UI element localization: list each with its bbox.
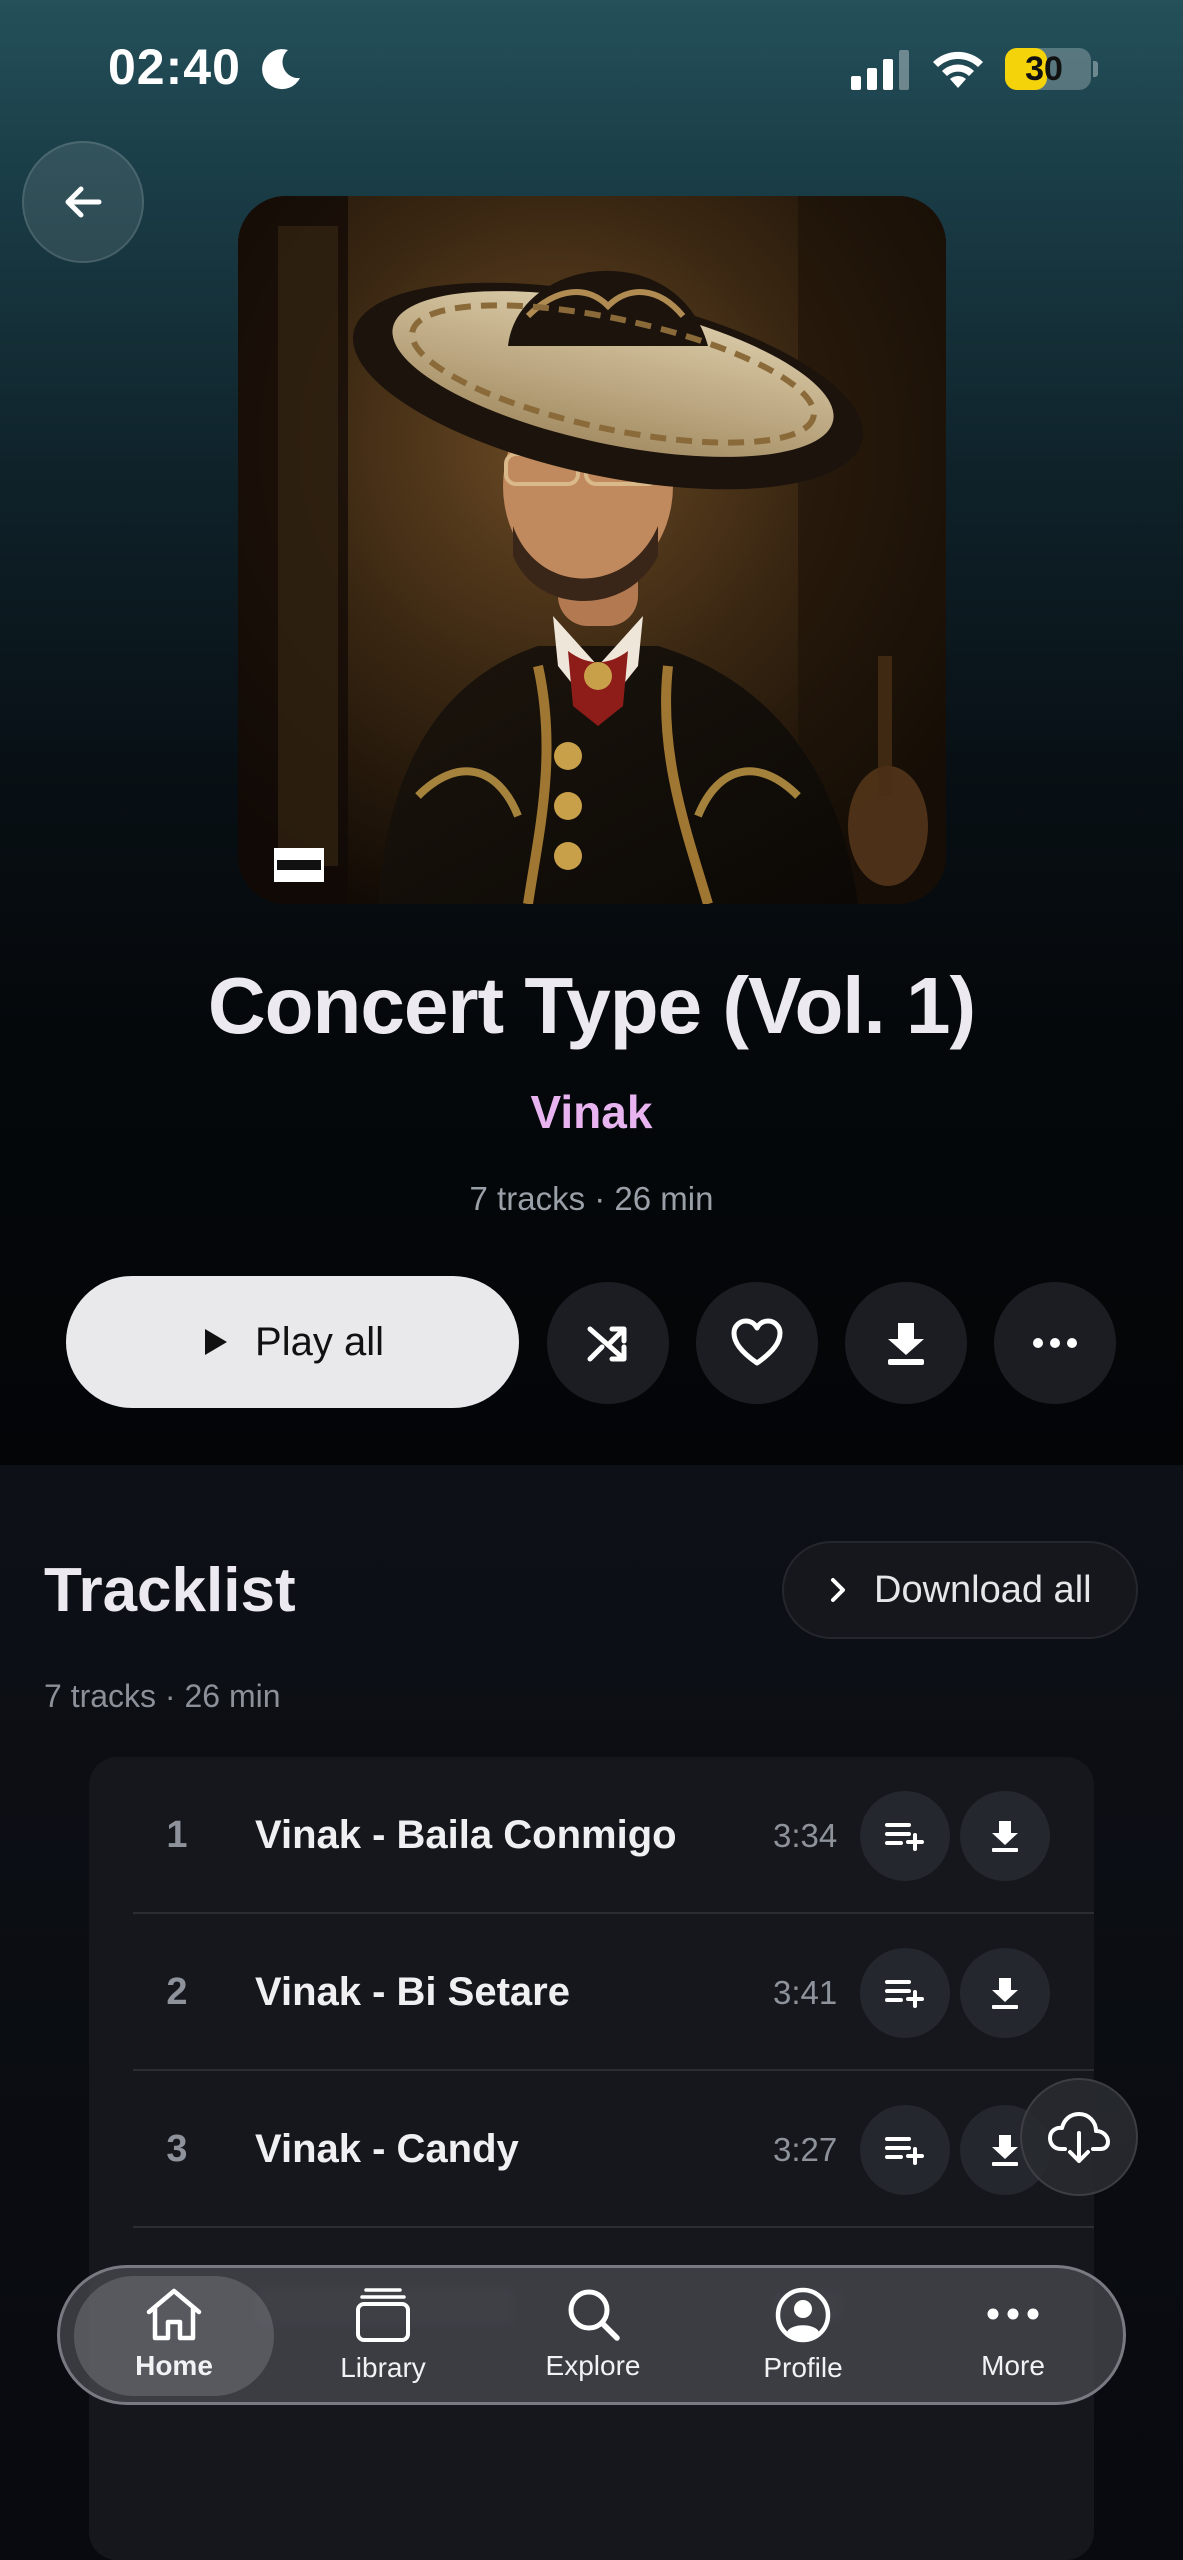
nav-profile[interactable]: Profile (703, 2268, 903, 2402)
download-button[interactable] (845, 1282, 967, 1404)
download-icon (992, 1821, 1018, 1852)
download-all-label: Download all (874, 1568, 1092, 1611)
tracklist-meta: 7 tracks · 26 min (44, 1678, 281, 1714)
home-icon (146, 2288, 202, 2341)
album-title: Concert Type (Vol. 1) (207, 961, 976, 1050)
track-list: 1 Vinak - Baila Conmigo 3:34 2 Vinak - B… (89, 1757, 1094, 2560)
more-options-button[interactable] (994, 1282, 1116, 1404)
add-to-queue-button[interactable] (860, 2105, 950, 2195)
wifi-icon (933, 51, 983, 88)
library-icon (356, 2288, 410, 2342)
track-row[interactable]: 2 Vinak - Bi Setare 3:41 (133, 1914, 1094, 2071)
playlist-add-icon (885, 1980, 924, 2008)
track-number: 3 (166, 2128, 188, 2170)
search-icon (568, 2289, 620, 2341)
battery-indicator: 30 (1005, 48, 1091, 90)
track-duration: 3:27 (773, 2131, 838, 2168)
download-icon (992, 2135, 1018, 2166)
back-button[interactable] (22, 141, 144, 263)
like-button[interactable] (696, 1282, 818, 1404)
profile-icon (775, 2287, 831, 2343)
cloud-download-button[interactable] (1020, 2078, 1138, 2196)
bottom-nav: Home Library Explore Profile More (57, 2265, 1126, 2405)
nav-label: Profile (763, 2352, 843, 2383)
status-bar: 02:40 30 (0, 0, 1183, 140)
nav-label: More (981, 2350, 1045, 2381)
add-to-queue-button[interactable] (860, 1948, 950, 2038)
more-icon (1033, 1338, 1077, 1348)
nav-label: Library (340, 2352, 426, 2383)
cloud-download-icon (1048, 2112, 1110, 2163)
shuffle-button[interactable] (547, 1282, 669, 1404)
signal-icon (851, 50, 909, 90)
battery-cap (1093, 61, 1098, 77)
add-to-queue-button[interactable] (860, 1791, 950, 1881)
artist-link[interactable]: Vinak (0, 1085, 1183, 1139)
battery-level: 30 (1025, 50, 1063, 88)
track-row[interactable]: 3 Vinak - Candy 3:27 (133, 2071, 1094, 2228)
nav-label: Home (135, 2350, 213, 2381)
nav-label: Explore (545, 2350, 641, 2381)
play-all-button[interactable]: Play all (66, 1276, 519, 1408)
album-cover (238, 196, 946, 904)
play-all-label: Play all (255, 1319, 384, 1364)
playlist-add-icon (885, 2137, 924, 2165)
track-row[interactable]: 1 Vinak - Baila Conmigo 3:34 (133, 1757, 1094, 1914)
album-meta: 7 tracks · 26 min (469, 1180, 714, 1217)
nav-library[interactable]: Library (283, 2268, 483, 2402)
nav-explore[interactable]: Explore (493, 2268, 693, 2402)
chevron-right-icon (831, 1578, 845, 1602)
track-download-button[interactable] (960, 1791, 1050, 1881)
track-title: Vinak - Bi Setare (255, 1970, 570, 2014)
track-title: Vinak - Candy (255, 2127, 519, 2171)
track-number: 2 (166, 1971, 188, 2013)
tracklist-title: Tracklist (44, 1556, 296, 1625)
track-download-button[interactable] (960, 1948, 1050, 2038)
shuffle-icon (587, 1326, 627, 1362)
more-icon (987, 2308, 1039, 2320)
download-icon (888, 1323, 924, 1365)
moon-icon (262, 49, 300, 90)
track-number: 1 (166, 1814, 188, 1856)
track-title: Vinak - Baila Conmigo (255, 1813, 677, 1857)
playlist-add-icon (885, 1823, 924, 1851)
download-all-button[interactable]: Download all (782, 1541, 1138, 1639)
heart-icon (731, 1318, 783, 1366)
arrow-left-icon (65, 186, 102, 218)
play-icon (205, 1329, 228, 1355)
album-cover-art (238, 196, 946, 904)
track-duration: 3:41 (773, 1974, 838, 2011)
track-duration: 3:34 (773, 1817, 838, 1854)
nav-more[interactable]: More (913, 2268, 1113, 2402)
status-time: 02:40 (108, 39, 241, 95)
nav-home[interactable]: Home (74, 2276, 274, 2396)
download-icon (992, 1978, 1018, 2009)
